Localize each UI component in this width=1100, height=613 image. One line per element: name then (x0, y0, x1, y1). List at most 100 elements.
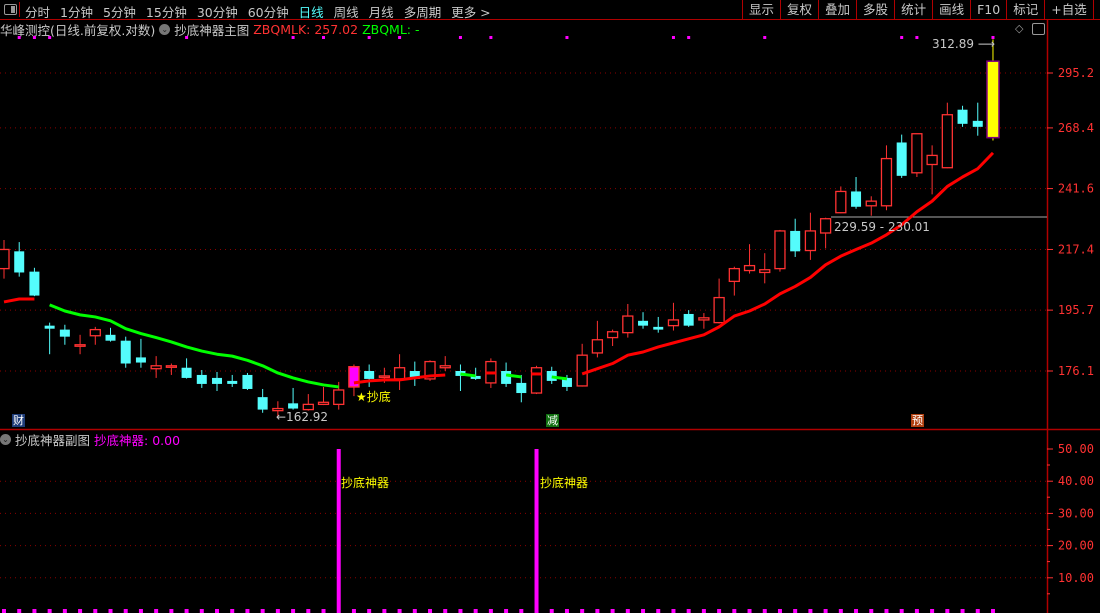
sub-indicator-value: 抄底神器: 0.00 (94, 433, 181, 448)
top-signal-dot (185, 36, 189, 39)
zero-signal-bar (215, 609, 220, 613)
zero-signal-bar (549, 609, 554, 613)
price-tick-label: 195.7 (1058, 303, 1094, 317)
top-signal-dot (763, 36, 767, 39)
zero-signal-bar (747, 609, 752, 613)
top-signal-dot (367, 36, 371, 39)
zero-signal-bar (595, 609, 600, 613)
zero-signal-bar (686, 609, 691, 613)
candle-body (804, 230, 817, 252)
candle-body (667, 319, 680, 327)
candle-body (288, 403, 299, 409)
zero-signal-bar (458, 609, 463, 613)
price-tick-label: 268.4 (1058, 121, 1094, 135)
candle-body (713, 296, 725, 324)
candle-body (196, 374, 207, 384)
top-signal-dot (458, 36, 462, 39)
moving-average-line (581, 151, 995, 376)
chevron-down-icon[interactable]: ⌄ (0, 434, 11, 445)
signal-bar (534, 449, 539, 613)
high-price-text: 312.89 (932, 37, 974, 51)
reduce-tag[interactable]: 减 (546, 414, 559, 427)
top-signal-dot (489, 36, 493, 39)
zero-signal-bar (625, 609, 630, 613)
zero-signal-bar (488, 609, 493, 613)
zero-signal-bar (838, 609, 843, 613)
moving-average-line (49, 303, 339, 389)
candle-body (972, 120, 983, 127)
zero-signal-bar (275, 609, 280, 613)
sub-tick-label: 40.00 (1058, 474, 1094, 488)
candle-body (759, 269, 771, 274)
candle-body (135, 357, 146, 363)
zero-signal-bar (199, 609, 204, 613)
candle-body (120, 340, 131, 364)
candle-body (378, 375, 391, 379)
zero-signal-bar (641, 609, 646, 613)
zero-signal-bar (717, 609, 722, 613)
moving-average-line (460, 372, 476, 378)
candle-body (393, 367, 406, 380)
candle-body (364, 371, 375, 379)
candle-body (227, 380, 238, 384)
zero-signal-bar (564, 609, 569, 613)
candle-body (880, 157, 893, 207)
top-signal-dot (687, 36, 691, 39)
finance-tag[interactable]: 财 (12, 414, 25, 427)
candle-body (743, 264, 756, 272)
price-tick-label: 295.2 (1058, 66, 1094, 80)
moving-average-line (551, 375, 568, 381)
top-signal-dot (322, 36, 326, 39)
forecast-tag[interactable]: 预 (911, 414, 924, 427)
zero-signal-bar (412, 609, 417, 613)
candle-body (333, 389, 345, 406)
top-signal-dot (900, 36, 904, 39)
zero-signal-bar (854, 609, 859, 613)
zero-signal-bar (960, 609, 965, 613)
candle-body (774, 230, 786, 270)
zero-signal-bar (230, 609, 235, 613)
zero-signal-bar (443, 609, 448, 613)
candle-body (957, 109, 968, 124)
top-signal-dot (565, 36, 569, 39)
zero-signal-bar (17, 609, 22, 613)
candle-body (835, 190, 847, 214)
zero-signal-bar (123, 609, 128, 613)
zero-signal-bar (671, 609, 676, 613)
candle-body (576, 354, 588, 387)
top-signal-dot (48, 36, 52, 39)
candle-body (165, 365, 178, 368)
zero-signal-bar (397, 609, 402, 613)
zero-signal-bar (519, 609, 524, 613)
top-signal-dot (398, 36, 402, 39)
candle-body (14, 251, 25, 273)
zero-signal-bar (701, 609, 706, 613)
zero-signal-bar (610, 609, 615, 613)
top-signal-dot (17, 36, 21, 39)
candle-body (530, 367, 543, 394)
kline-chart[interactable]: 295.2 268.4 241.6 217.4 195.7 176.1 50.00 40.00… (0, 0, 1100, 613)
zero-signal-bar (138, 609, 143, 613)
zero-signal-bar (930, 609, 935, 613)
zero-signal-bar (808, 609, 813, 613)
price-tick-label: 217.4 (1058, 242, 1094, 256)
candle-body (819, 218, 832, 234)
sub-tick-label: 10.00 (1058, 571, 1094, 585)
price-tick-label: 176.1 (1058, 364, 1094, 378)
candle-body (242, 374, 253, 389)
candle-body (257, 397, 268, 410)
zero-signal-bar (32, 609, 37, 613)
candle-body (29, 271, 40, 296)
zero-signal-bar (428, 609, 433, 613)
top-signal-dot (291, 36, 295, 39)
zero-signal-bar (504, 609, 509, 613)
top-signal-dot (915, 36, 919, 39)
sub-indicator-name[interactable]: 抄底神器副图 (15, 430, 90, 449)
zero-signal-bar (367, 609, 372, 613)
zero-signal-bar (351, 609, 356, 613)
zero-signal-bar (580, 609, 585, 613)
price-tick-label: 241.6 (1058, 182, 1094, 196)
candle-body (622, 315, 634, 334)
candle-body (911, 133, 923, 174)
zero-signal-bar (884, 609, 889, 613)
